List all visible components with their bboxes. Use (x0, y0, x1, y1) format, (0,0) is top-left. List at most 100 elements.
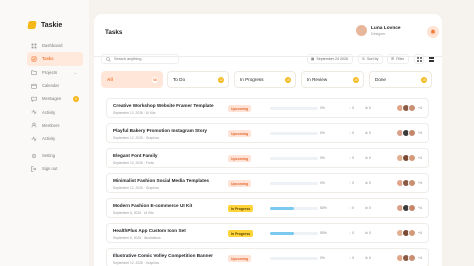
comments-count[interactable]: ◌ 0 (349, 106, 354, 110)
progress-percent: 50% (320, 206, 327, 210)
task-icon (31, 56, 37, 62)
search-box[interactable] (101, 54, 179, 64)
assignee-avatars[interactable] (396, 154, 416, 162)
attachments-count[interactable]: ⊘ 0 (365, 131, 371, 135)
sidebar-item-label: Activity (42, 136, 56, 142)
grid-view-button[interactable] (414, 54, 424, 64)
tab-to-do[interactable]: To Do 12 (167, 71, 229, 88)
tab-label: All (107, 77, 113, 82)
task-title: Creative Workshop Website Framer Templat… (113, 103, 214, 108)
status-tabs: All 08 To Do 12 In Progress 16 In Review 16 Done… (101, 71, 434, 88)
task-category: Illustrations (143, 236, 161, 240)
status-badge: Upcoming (228, 105, 252, 112)
notification-button[interactable] (427, 26, 439, 38)
attachments-count[interactable]: ⊘ 0 (365, 156, 371, 160)
date-picker[interactable]: ▦ September 24 2026 (307, 54, 353, 64)
more-assignees: +4 (418, 106, 422, 110)
avatar (408, 154, 416, 162)
assignee-avatars[interactable] (396, 254, 416, 262)
gear-icon (31, 153, 37, 159)
attachments-count[interactable]: ⊘ 0 (365, 231, 371, 235)
assignee-avatars[interactable] (396, 229, 416, 237)
table-row[interactable]: HealthPlus App Custom Icon Set September … (106, 223, 429, 243)
status-badge: Upcoming (228, 180, 252, 187)
assignee-avatars[interactable] (396, 104, 416, 112)
task-date: September 12, 2026 (113, 261, 143, 265)
sort-button[interactable]: ⇅ Sort by (358, 54, 383, 64)
tab-done[interactable]: Done 16 (369, 71, 432, 88)
status-badge: In Progress (228, 230, 254, 237)
sidebar-item-label: Members (42, 122, 60, 128)
comments-count[interactable]: ◌ 0 (349, 131, 354, 135)
sidebar-item-setting[interactable]: Setting (27, 149, 83, 162)
sidebar-item-label: Messages (42, 96, 62, 102)
attachments-count[interactable]: ⊘ 0 (365, 206, 371, 210)
page-title: Tasks (105, 29, 123, 36)
task-meta: September 12, 2026 · Graphics (113, 136, 160, 140)
members-icon (31, 122, 37, 128)
comments-count[interactable]: ◌ 0 (349, 231, 354, 235)
comment-icon: ◌ (349, 256, 352, 260)
main-panel: Tasks Luna Lovnce Designer ▦ September 2… (94, 14, 442, 266)
attachments-count[interactable]: ⊘ 0 (365, 181, 371, 185)
user-profile[interactable]: Luna Lovnce Designer (356, 25, 401, 36)
table-row[interactable]: Illustrative Comic Volley Competition Ba… (106, 248, 429, 266)
progress-percent: 0% (320, 131, 325, 135)
table-row[interactable]: Minimalist Fashion Social Media Template… (106, 173, 429, 193)
assignee-avatars[interactable] (396, 129, 416, 137)
sidebar-item-projects[interactable]: Projects ⌄ (27, 66, 83, 79)
sidebar-item-tasks[interactable]: Tasks (27, 52, 83, 66)
task-date: September 6, 2026 (113, 236, 142, 240)
comment-icon: ◌ (349, 231, 352, 235)
grid-icon (31, 43, 37, 49)
progress-percent: 0% (320, 256, 325, 260)
comments-count[interactable]: ◌ 0 (349, 156, 354, 160)
signout-icon (31, 166, 37, 172)
more-assignees: +4 (418, 181, 422, 185)
progress-bar (270, 207, 318, 210)
filter-icon: ☰ (391, 57, 395, 61)
table-row[interactable]: Playful Bakery Promotion Instagram Story… (106, 123, 429, 143)
sidebar-item-members[interactable]: Members (27, 119, 83, 132)
tab-in-review[interactable]: In Review 16 (301, 71, 364, 88)
sidebar-item-activity[interactable]: Activity (27, 106, 83, 119)
task-category: Fonts (145, 161, 155, 165)
comments-count[interactable]: ◌ 0 (349, 181, 354, 185)
table-row[interactable]: Elegant Font Family September 12, 2026 · … (106, 148, 429, 168)
list-view-icon (428, 56, 434, 62)
table-row[interactable]: Creative Workshop Website Framer Templat… (106, 98, 429, 118)
sidebar-item-label: Tasks (42, 56, 54, 62)
attachments-count[interactable]: ⊘ 0 (365, 256, 371, 260)
user-role: Designer (371, 31, 386, 36)
sidebar-item-activity[interactable]: Activity (27, 132, 83, 145)
status-badge: Upcoming (228, 255, 252, 262)
progress-bar (270, 232, 318, 235)
search-icon (106, 56, 111, 62)
comments-count[interactable]: ◌ 0 (349, 206, 354, 210)
tab-count-badge: 12 (218, 77, 224, 83)
assignee-avatars[interactable] (396, 179, 416, 187)
tab-all[interactable]: All 08 (101, 71, 163, 88)
user-name: Luna Lovnce (371, 25, 401, 31)
table-row[interactable]: Modern Fashion E-commerce UI Kit Septembe… (106, 198, 429, 218)
sidebar-item-messages[interactable]: Messages 4 (27, 92, 83, 105)
assignee-avatars[interactable] (396, 204, 416, 212)
bell-icon (430, 29, 436, 35)
sidebar-item-sign-out[interactable]: Sign out (27, 162, 83, 175)
sidebar: Taskie Dashboard Tasks Projects ⌄ Calendar Me… (0, 0, 89, 266)
tab-in-progress[interactable]: In Progress 16 (234, 71, 296, 88)
attachments-count[interactable]: ⊘ 0 (365, 106, 371, 110)
task-date: September 12, 2026 (113, 186, 143, 190)
task-date: September 12, 2026 (113, 111, 143, 115)
list-view-button[interactable] (426, 54, 436, 64)
filter-button[interactable]: ☰ Filter (387, 54, 409, 64)
task-date: September 12, 2026 (113, 136, 143, 140)
comments-count[interactable]: ◌ 0 (349, 256, 354, 260)
app-logo[interactable]: Taskie (27, 21, 62, 29)
attachment-icon: ⊘ (365, 231, 368, 235)
task-meta: September 12, 2026 · Graphics (113, 261, 160, 265)
sidebar-item-dashboard[interactable]: Dashboard (27, 39, 83, 52)
search-input[interactable] (114, 57, 174, 61)
sidebar-item-calendar[interactable]: Calendar (27, 79, 83, 92)
more-assignees: +4 (418, 131, 422, 135)
